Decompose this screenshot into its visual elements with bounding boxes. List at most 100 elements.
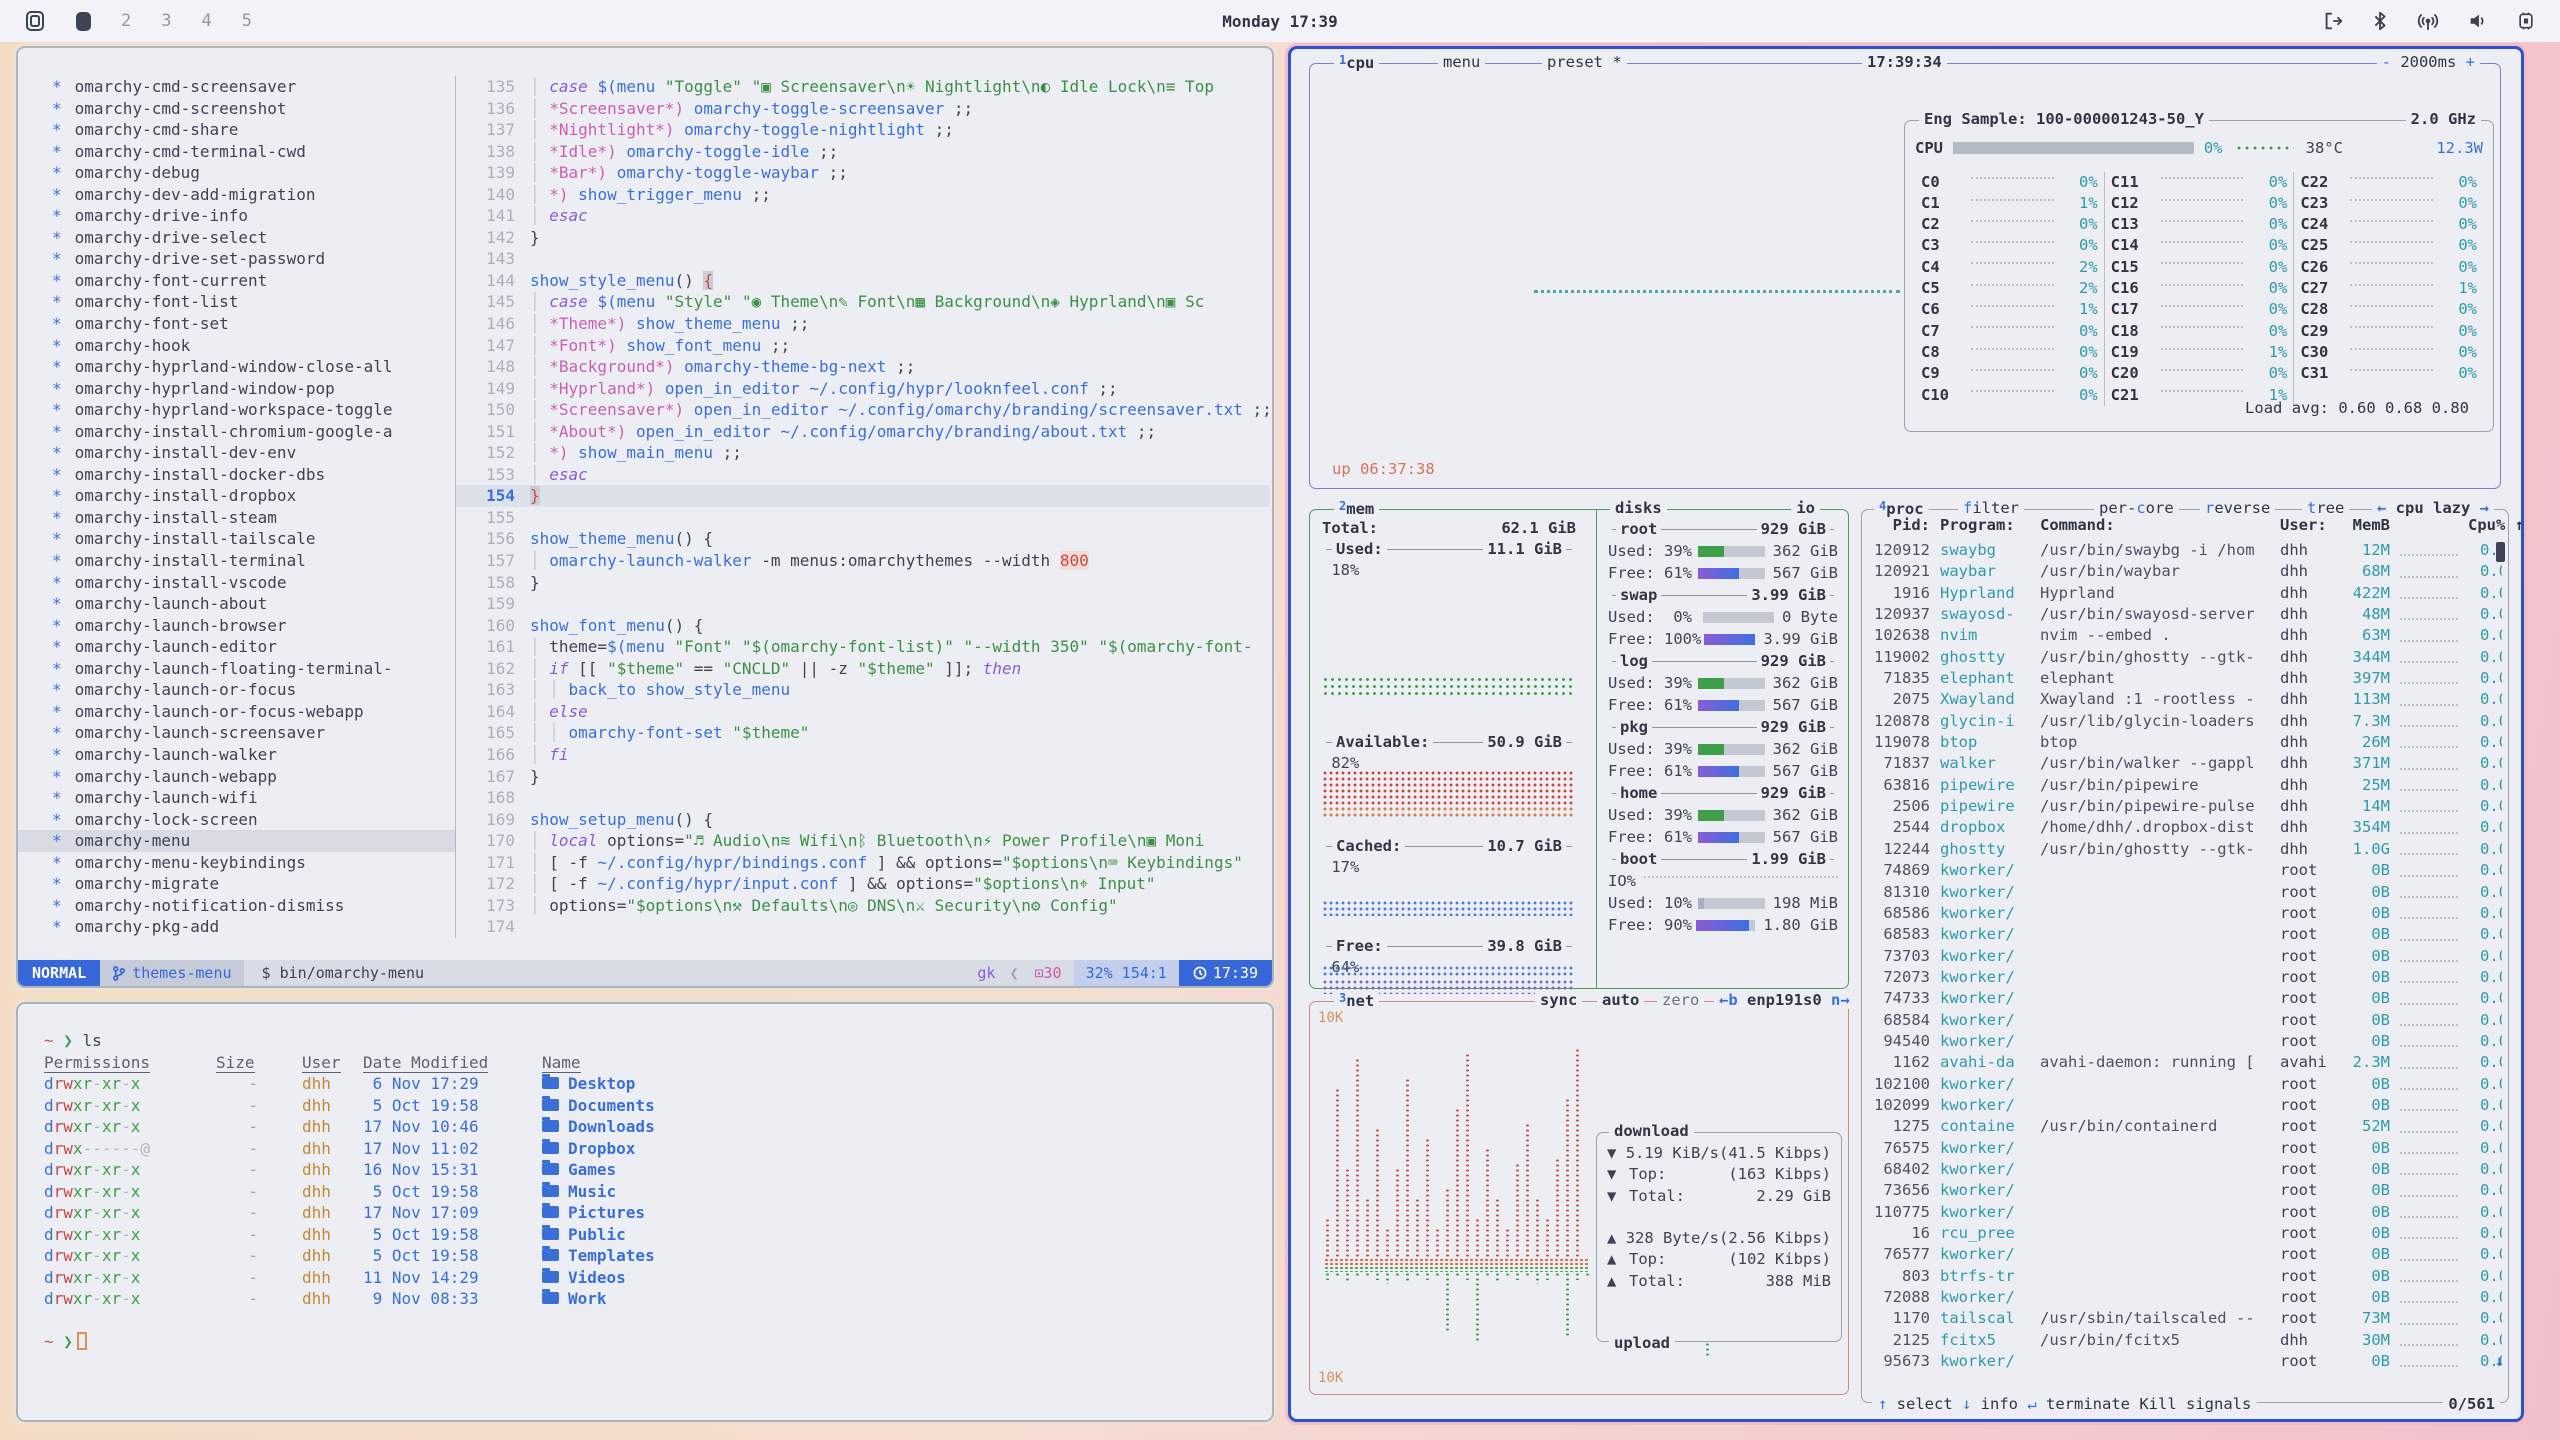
proc-scrollbar[interactable] xyxy=(2496,542,2505,562)
file-item[interactable]: *omarchy-cmd-share xyxy=(18,119,456,141)
file-item[interactable]: *omarchy-launch-browser xyxy=(18,615,456,637)
directory-link[interactable]: Work xyxy=(542,1288,1256,1310)
process-row[interactable]: 73656kworker/root0B0.0 xyxy=(1868,1180,2502,1201)
prompt-line[interactable]: ~ ❯ xyxy=(44,1331,1256,1353)
process-row[interactable]: 73703kworker/root0B0.0 xyxy=(1868,946,2502,967)
file-item[interactable]: *omarchy-launch-wifi xyxy=(18,787,456,809)
update-interval[interactable]: - 2000ms + xyxy=(2377,53,2480,71)
process-row[interactable]: 74733kworker/root0B0.0 xyxy=(1868,988,2502,1009)
btop-preset-button[interactable]: preset * xyxy=(1542,53,1627,71)
process-row[interactable]: 1916HyprlandHyprlanddhh422M0.0 xyxy=(1868,583,2502,604)
file-item[interactable]: *omarchy-cmd-screensaver xyxy=(18,76,456,98)
process-row[interactable]: 76577kworker/root0B0.0 xyxy=(1868,1244,2502,1265)
directory-link[interactable]: Dropbox xyxy=(542,1138,1256,1160)
proc-footer-keys[interactable]: ↑ select ↓ info ↵ terminate Kill signals xyxy=(1872,1395,2257,1413)
process-row[interactable]: 120937swayosd-/usr/bin/swayosd-serverdhh… xyxy=(1868,604,2502,625)
file-item[interactable]: *omarchy-drive-select xyxy=(18,227,456,249)
file-item[interactable]: *omarchy-install-steam xyxy=(18,507,456,529)
file-item[interactable]: *omarchy-launch-or-focus xyxy=(18,679,456,701)
file-item[interactable]: *omarchy-drive-set-password xyxy=(18,248,456,270)
file-item[interactable]: *omarchy-debug xyxy=(18,162,456,184)
net-box-title[interactable]: 3net xyxy=(1334,991,1379,1010)
process-row[interactable]: 119078btopbtopdhh26M0.0 xyxy=(1868,732,2502,753)
process-row[interactable]: 1170tailscal/usr/sbin/tailscaled --root7… xyxy=(1868,1308,2502,1329)
process-row[interactable]: 119002ghostty/usr/bin/ghostty --gtk-dhh3… xyxy=(1868,647,2502,668)
workspace-5[interactable]: 5 xyxy=(242,11,252,31)
directory-link[interactable]: Videos xyxy=(542,1267,1256,1289)
file-item[interactable]: *omarchy-cmd-terminal-cwd xyxy=(18,141,456,163)
process-row[interactable]: 2506pipewire/usr/bin/pipewire-pulsedhh14… xyxy=(1868,796,2502,817)
process-row[interactable]: 120912swaybg/usr/bin/swaybg -i /homdhh12… xyxy=(1868,540,2502,561)
process-row[interactable]: 12244ghostty/usr/bin/ghostty --gtk-dhh1.… xyxy=(1868,839,2502,860)
wifi-icon[interactable] xyxy=(2416,10,2440,32)
file-item[interactable]: *omarchy-launch-walker xyxy=(18,744,456,766)
file-item[interactable]: *omarchy-font-list xyxy=(18,291,456,313)
directory-link[interactable]: Downloads xyxy=(542,1116,1256,1138)
file-item[interactable]: *omarchy-install-dropbox xyxy=(18,485,456,507)
process-row[interactable]: 95673kworker/root0B0.0↓ xyxy=(1868,1351,2502,1372)
process-row[interactable]: 120878glycin-i/usr/lib/glycin-loadersdhh… xyxy=(1868,711,2502,732)
file-item[interactable]: *omarchy-cmd-screenshot xyxy=(18,98,456,120)
file-item[interactable]: *omarchy-pkg-add xyxy=(18,916,456,938)
process-row[interactable]: 2125fcitx5/usr/bin/fcitx5dhh30M0.0 xyxy=(1868,1330,2502,1351)
proc-reverse-button[interactable]: reverse xyxy=(2200,499,2275,517)
net-zero-toggle[interactable]: zero xyxy=(1657,991,1704,1009)
file-item[interactable]: *omarchy-dev-add-migration xyxy=(18,184,456,206)
file-item[interactable]: *omarchy-drive-info xyxy=(18,205,456,227)
file-item[interactable]: *omarchy-launch-or-focus-webapp xyxy=(18,701,456,723)
process-row[interactable]: 120921waybar/usr/bin/waybardhh68M0.0 xyxy=(1868,561,2502,582)
process-row[interactable]: 1275containe/usr/bin/containerdroot52M0.… xyxy=(1868,1116,2502,1137)
process-row[interactable]: 81310kworker/root0B0.0 xyxy=(1868,882,2502,903)
process-row[interactable]: 102638nvimnvim --embed .dhh63M0.0 xyxy=(1868,625,2502,646)
file-item[interactable]: *omarchy-install-dev-env xyxy=(18,442,456,464)
process-row[interactable]: 1162avahi-daavahi-daemon: running [avahi… xyxy=(1868,1052,2502,1073)
process-row[interactable]: 102099kworker/root0B0.0 xyxy=(1868,1095,2502,1116)
file-item[interactable]: *omarchy-launch-floating-terminal- xyxy=(18,658,456,680)
battery-icon[interactable] xyxy=(2516,10,2536,32)
file-item[interactable]: *omarchy-launch-about xyxy=(18,593,456,615)
file-item[interactable]: *omarchy-install-terminal xyxy=(18,550,456,572)
bluetooth-icon[interactable] xyxy=(2371,10,2389,32)
directory-link[interactable]: Games xyxy=(542,1159,1256,1181)
process-row[interactable]: 803btrfs-trroot0B0.0 xyxy=(1868,1266,2502,1287)
directory-link[interactable]: Desktop xyxy=(542,1073,1256,1095)
app-grid-icon[interactable] xyxy=(24,10,46,32)
proc-tree-button[interactable]: tree xyxy=(2302,499,2349,517)
file-item[interactable]: *omarchy-launch-editor xyxy=(18,636,456,658)
file-item[interactable]: *omarchy-notification-dismiss xyxy=(18,895,456,917)
process-row[interactable]: 63816pipewire/usr/bin/pipewiredhh25M0.0 xyxy=(1868,775,2502,796)
workspace-4[interactable]: 4 xyxy=(202,11,212,31)
process-row[interactable]: 2075XwaylandXwayland :1 -rootless -dhh11… xyxy=(1868,689,2502,710)
file-item[interactable]: *omarchy-hyprland-window-pop xyxy=(18,378,456,400)
proc-filter-button[interactable]: filter xyxy=(1958,499,2024,517)
workspace-2[interactable]: 2 xyxy=(121,11,131,31)
file-item[interactable]: *omarchy-launch-screensaver xyxy=(18,722,456,744)
process-row[interactable]: 72073kworker/root0B0.0 xyxy=(1868,967,2502,988)
btop-menu-button[interactable]: menu xyxy=(1438,53,1485,71)
file-item[interactable]: *omarchy-install-vscode xyxy=(18,572,456,594)
directory-link[interactable]: Public xyxy=(542,1224,1256,1246)
net-auto-toggle[interactable]: auto xyxy=(1597,991,1644,1009)
file-item[interactable]: *omarchy-hyprland-window-close-all xyxy=(18,356,456,378)
file-item[interactable]: *omarchy-menu xyxy=(18,830,456,852)
net-interface[interactable]: ←b enp191s0 n→ xyxy=(1714,991,1855,1009)
process-row[interactable]: 110775kworker/root0B0.0 xyxy=(1868,1202,2502,1223)
disks-io-toggle[interactable]: io xyxy=(1791,499,1820,517)
file-item[interactable]: *omarchy-lock-screen xyxy=(18,809,456,831)
process-row[interactable]: 16rcu_preeroot0B0.0 xyxy=(1868,1223,2502,1244)
process-row[interactable]: 71835elephantelephantdhh397M0.0 xyxy=(1868,668,2502,689)
file-item[interactable]: *omarchy-font-set xyxy=(18,313,456,335)
process-row[interactable]: 74869kworker/root0B0.0 xyxy=(1868,860,2502,881)
file-item[interactable]: *omarchy-install-tailscale xyxy=(18,528,456,550)
process-row[interactable]: 76575kworker/root0B0.0 xyxy=(1868,1138,2502,1159)
net-sync-toggle[interactable]: sync xyxy=(1535,991,1582,1009)
proc-percore-button[interactable]: per-core xyxy=(2094,499,2179,517)
file-item[interactable]: *omarchy-menu-keybindings xyxy=(18,852,456,874)
proc-sort-selector[interactable]: ← cpu lazy → xyxy=(2372,499,2494,517)
directory-link[interactable]: Music xyxy=(542,1181,1256,1203)
file-item[interactable]: *omarchy-migrate xyxy=(18,873,456,895)
mem-box-title[interactable]: 2mem xyxy=(1334,499,1379,518)
cpu-box-title[interactable]: 1cpu xyxy=(1334,53,1379,72)
disks-box-title[interactable]: disks xyxy=(1610,499,1667,517)
file-item[interactable]: *omarchy-font-current xyxy=(18,270,456,292)
